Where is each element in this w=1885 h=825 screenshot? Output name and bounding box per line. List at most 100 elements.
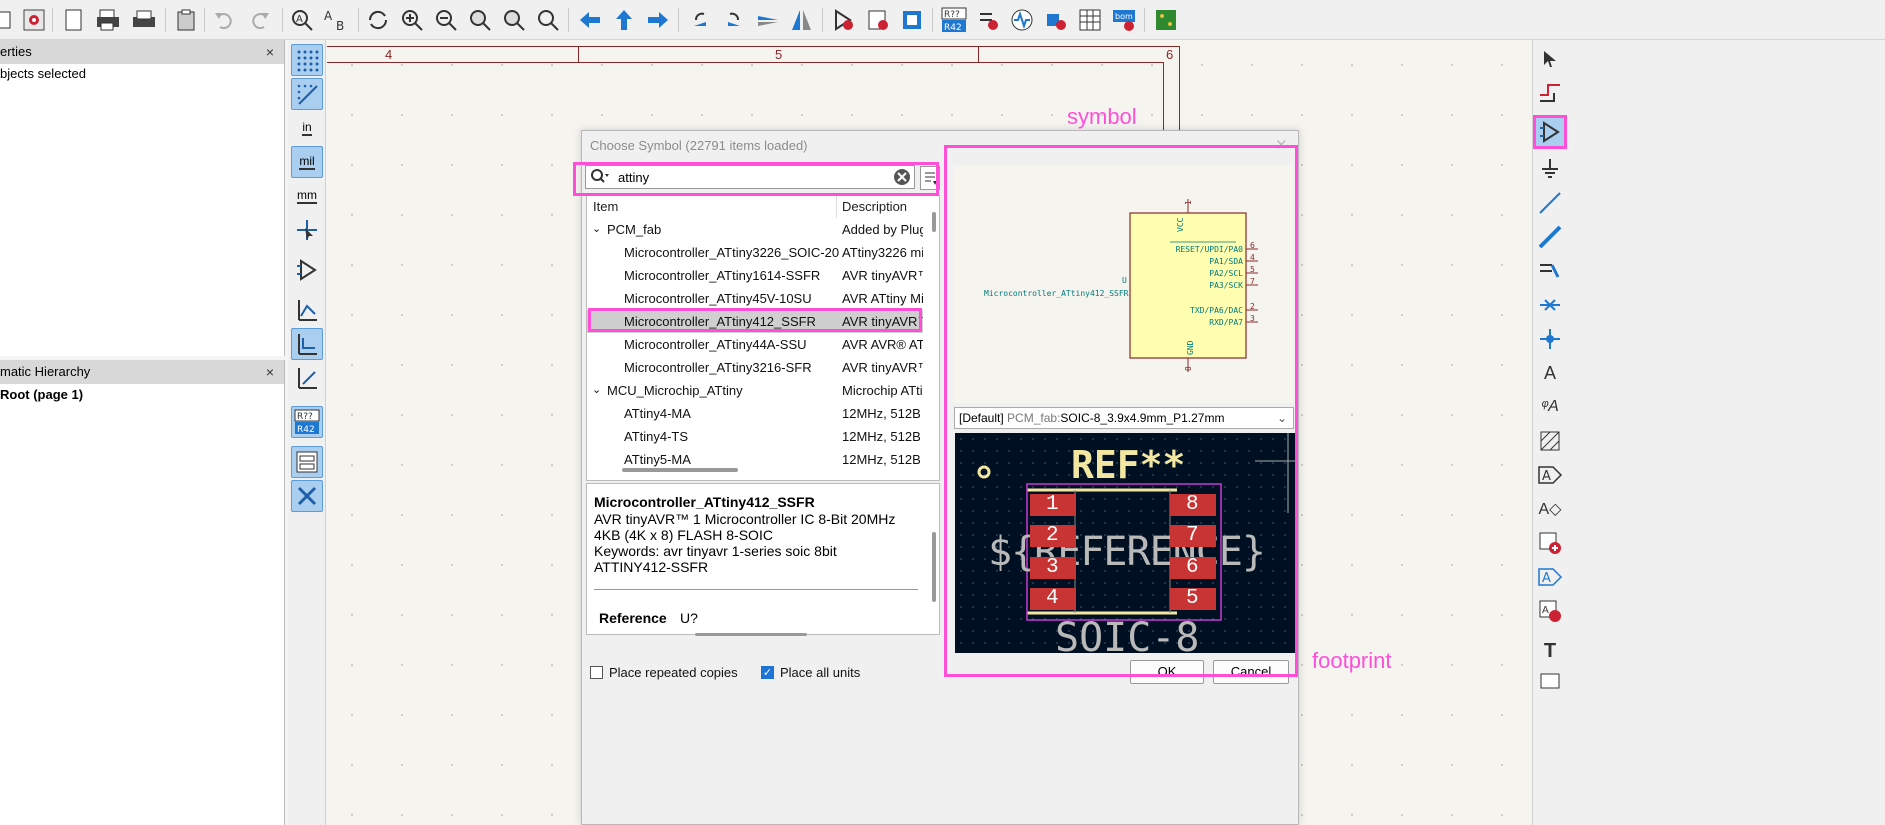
add-power-icon[interactable]	[1535, 154, 1565, 184]
tree-vertical-scrollbar[interactable]	[932, 212, 936, 232]
import-sheet-pin-icon[interactable]: A	[1535, 596, 1565, 626]
add-global-label-icon[interactable]: A	[1535, 460, 1565, 490]
checkbox-unchecked[interactable]	[590, 666, 603, 679]
add-textbox-icon[interactable]	[1535, 666, 1565, 696]
refresh-icon[interactable]	[364, 6, 392, 34]
detail-reference-label: Reference	[599, 610, 667, 626]
sheet-frame-tick	[578, 46, 579, 62]
new-schematic-icon[interactable]	[0, 6, 20, 34]
details-horizontal-scrollbar[interactable]	[695, 633, 807, 636]
symbol-library-icon[interactable]	[864, 6, 892, 34]
detail-symbol-name: Microcontroller_ATtiny412_SSFR	[594, 494, 815, 510]
navigate-up-icon[interactable]	[610, 6, 638, 34]
units-mils-button[interactable]: mil	[291, 146, 323, 178]
list-item[interactable]: Microcontroller_ATtiny3216-SFR AVR tinyAV…	[587, 356, 923, 379]
find-icon[interactable]: A	[288, 6, 316, 34]
annotate-bottom-label: R42	[297, 425, 315, 435]
zoom-objects-icon[interactable]	[500, 6, 528, 34]
units-mm-button[interactable]: mm	[291, 180, 323, 212]
assign-footprints-icon[interactable]	[1042, 6, 1070, 34]
add-symbol-icon[interactable]	[1533, 115, 1567, 149]
item-name: Microcontroller_ATtiny44A-SSU	[624, 337, 807, 352]
annotate-toggle-icon[interactable]: R?? R42	[291, 406, 323, 438]
hierarchy-navigator-icon[interactable]	[291, 446, 323, 478]
chevron-down-icon[interactable]: ⌄	[592, 379, 601, 402]
symbol-editor-icon[interactable]	[830, 6, 858, 34]
line-mode-90-icon[interactable]	[291, 328, 323, 360]
plot-icon[interactable]	[130, 6, 158, 34]
add-sheet-pin-icon[interactable]: A	[1535, 562, 1565, 592]
add-hier-label-icon[interactable]: A◇	[1535, 494, 1565, 524]
hidden-pins-icon[interactable]	[291, 254, 323, 286]
check-icon[interactable]: ✓	[761, 666, 774, 679]
units-inches-button[interactable]: in	[291, 112, 323, 144]
grid-dots-icon[interactable]	[291, 44, 323, 76]
list-item[interactable]: ATtiny4-TS 12MHz, 512B Fl	[587, 425, 923, 448]
line-mode-45-icon[interactable]	[291, 362, 323, 394]
page-settings-icon[interactable]	[60, 6, 88, 34]
properties-tools-icon[interactable]	[291, 480, 323, 512]
list-item[interactable]: Microcontroller_ATtiny44A-SSU AVR AVR® AT…	[587, 333, 923, 356]
add-junction-icon[interactable]	[1535, 324, 1565, 354]
print-icon[interactable]	[94, 6, 122, 34]
column-header-description[interactable]: Description	[842, 196, 907, 218]
zoom-fit-icon[interactable]	[466, 6, 494, 34]
add-bus-icon[interactable]	[1535, 222, 1565, 252]
column-header-item[interactable]: Item	[593, 196, 618, 218]
list-item[interactable]: ⌄ MCU_Microchip_ATtiny Microchip ATtin	[587, 379, 923, 402]
sheet-frame-inner-border	[327, 62, 1164, 63]
place-repeated-checkbox[interactable]: Place repeated copies	[590, 665, 738, 680]
rotate-cw-icon[interactable]	[720, 6, 748, 34]
chevron-down-icon[interactable]: ⌄	[592, 218, 601, 241]
add-rule-area-icon[interactable]	[1535, 426, 1565, 456]
undo-icon[interactable]	[210, 6, 238, 34]
list-item[interactable]: Microcontroller_ATtiny45V-10SU AVR ATtiny…	[587, 287, 923, 310]
redo-icon[interactable]	[246, 6, 274, 34]
add-no-connect-icon[interactable]	[1535, 290, 1565, 320]
add-label-icon[interactable]: A	[1535, 358, 1565, 388]
close-icon[interactable]: ×	[266, 360, 274, 384]
schematic-setup-icon[interactable]	[20, 6, 48, 34]
footprint-editor-icon[interactable]	[898, 6, 926, 34]
zoom-selection-icon[interactable]	[534, 6, 562, 34]
cursor-style-icon[interactable]	[291, 214, 323, 246]
symbol-fields-table-icon[interactable]	[1076, 6, 1104, 34]
place-all-units-checkbox[interactable]: ✓ Place all units	[761, 665, 860, 680]
list-item[interactable]: Microcontroller_ATtiny1614-SSFR AVR tinyA…	[587, 264, 923, 287]
place-all-units-label: Place all units	[780, 665, 861, 680]
add-bus-entry-icon[interactable]	[1535, 256, 1565, 286]
annotate-icon[interactable]: R?? R42	[940, 6, 968, 34]
add-text-icon[interactable]: T	[1535, 636, 1565, 666]
grid-overrides-icon[interactable]	[291, 78, 323, 110]
navigate-back-icon[interactable]	[576, 6, 604, 34]
find-replace-icon[interactable]: AB	[322, 6, 350, 34]
add-net-class-icon[interactable]: ᵠA	[1535, 392, 1565, 422]
list-item[interactable]: ⌄ PCM_fab Added by Plugi	[587, 218, 923, 241]
properties-panel-header: erties ×	[0, 40, 284, 64]
zoom-in-icon[interactable]	[398, 6, 426, 34]
paste-icon[interactable]	[172, 6, 200, 34]
rotate-ccw-icon[interactable]	[686, 6, 714, 34]
svg-text:A: A	[1542, 605, 1549, 616]
pcb-editor-icon[interactable]	[1152, 6, 1180, 34]
select-cursor-icon[interactable]	[1535, 44, 1565, 74]
sheet-frame-right-inner-border	[1163, 62, 1164, 136]
mirror-horizontal-icon[interactable]	[788, 6, 816, 34]
highlight-net-icon[interactable]	[1535, 78, 1565, 108]
item-description: 12MHz, 512B Fl	[842, 452, 923, 467]
tree-horizontal-scrollbar[interactable]	[622, 468, 738, 472]
list-item[interactable]: ATtiny4-MA 12MHz, 512B Fl	[587, 402, 923, 425]
erc-icon[interactable]	[974, 6, 1002, 34]
hierarchy-root-item[interactable]: Root (page 1)	[0, 387, 83, 402]
add-sheet-icon[interactable]	[1535, 528, 1565, 558]
list-item[interactable]: Microcontroller_ATtiny3226_SOIC-20 ATtiny…	[587, 241, 923, 264]
bom-icon[interactable]: bom	[1110, 6, 1138, 34]
navigate-forward-icon[interactable]	[644, 6, 672, 34]
mirror-vertical-icon[interactable]	[754, 6, 782, 34]
close-icon[interactable]: ×	[266, 40, 274, 64]
line-mode-free-icon[interactable]	[291, 294, 323, 326]
add-wire-icon[interactable]	[1535, 188, 1565, 218]
details-scrollbar[interactable]	[932, 532, 936, 602]
zoom-out-icon[interactable]	[432, 6, 460, 34]
simulator-icon[interactable]	[1008, 6, 1036, 34]
